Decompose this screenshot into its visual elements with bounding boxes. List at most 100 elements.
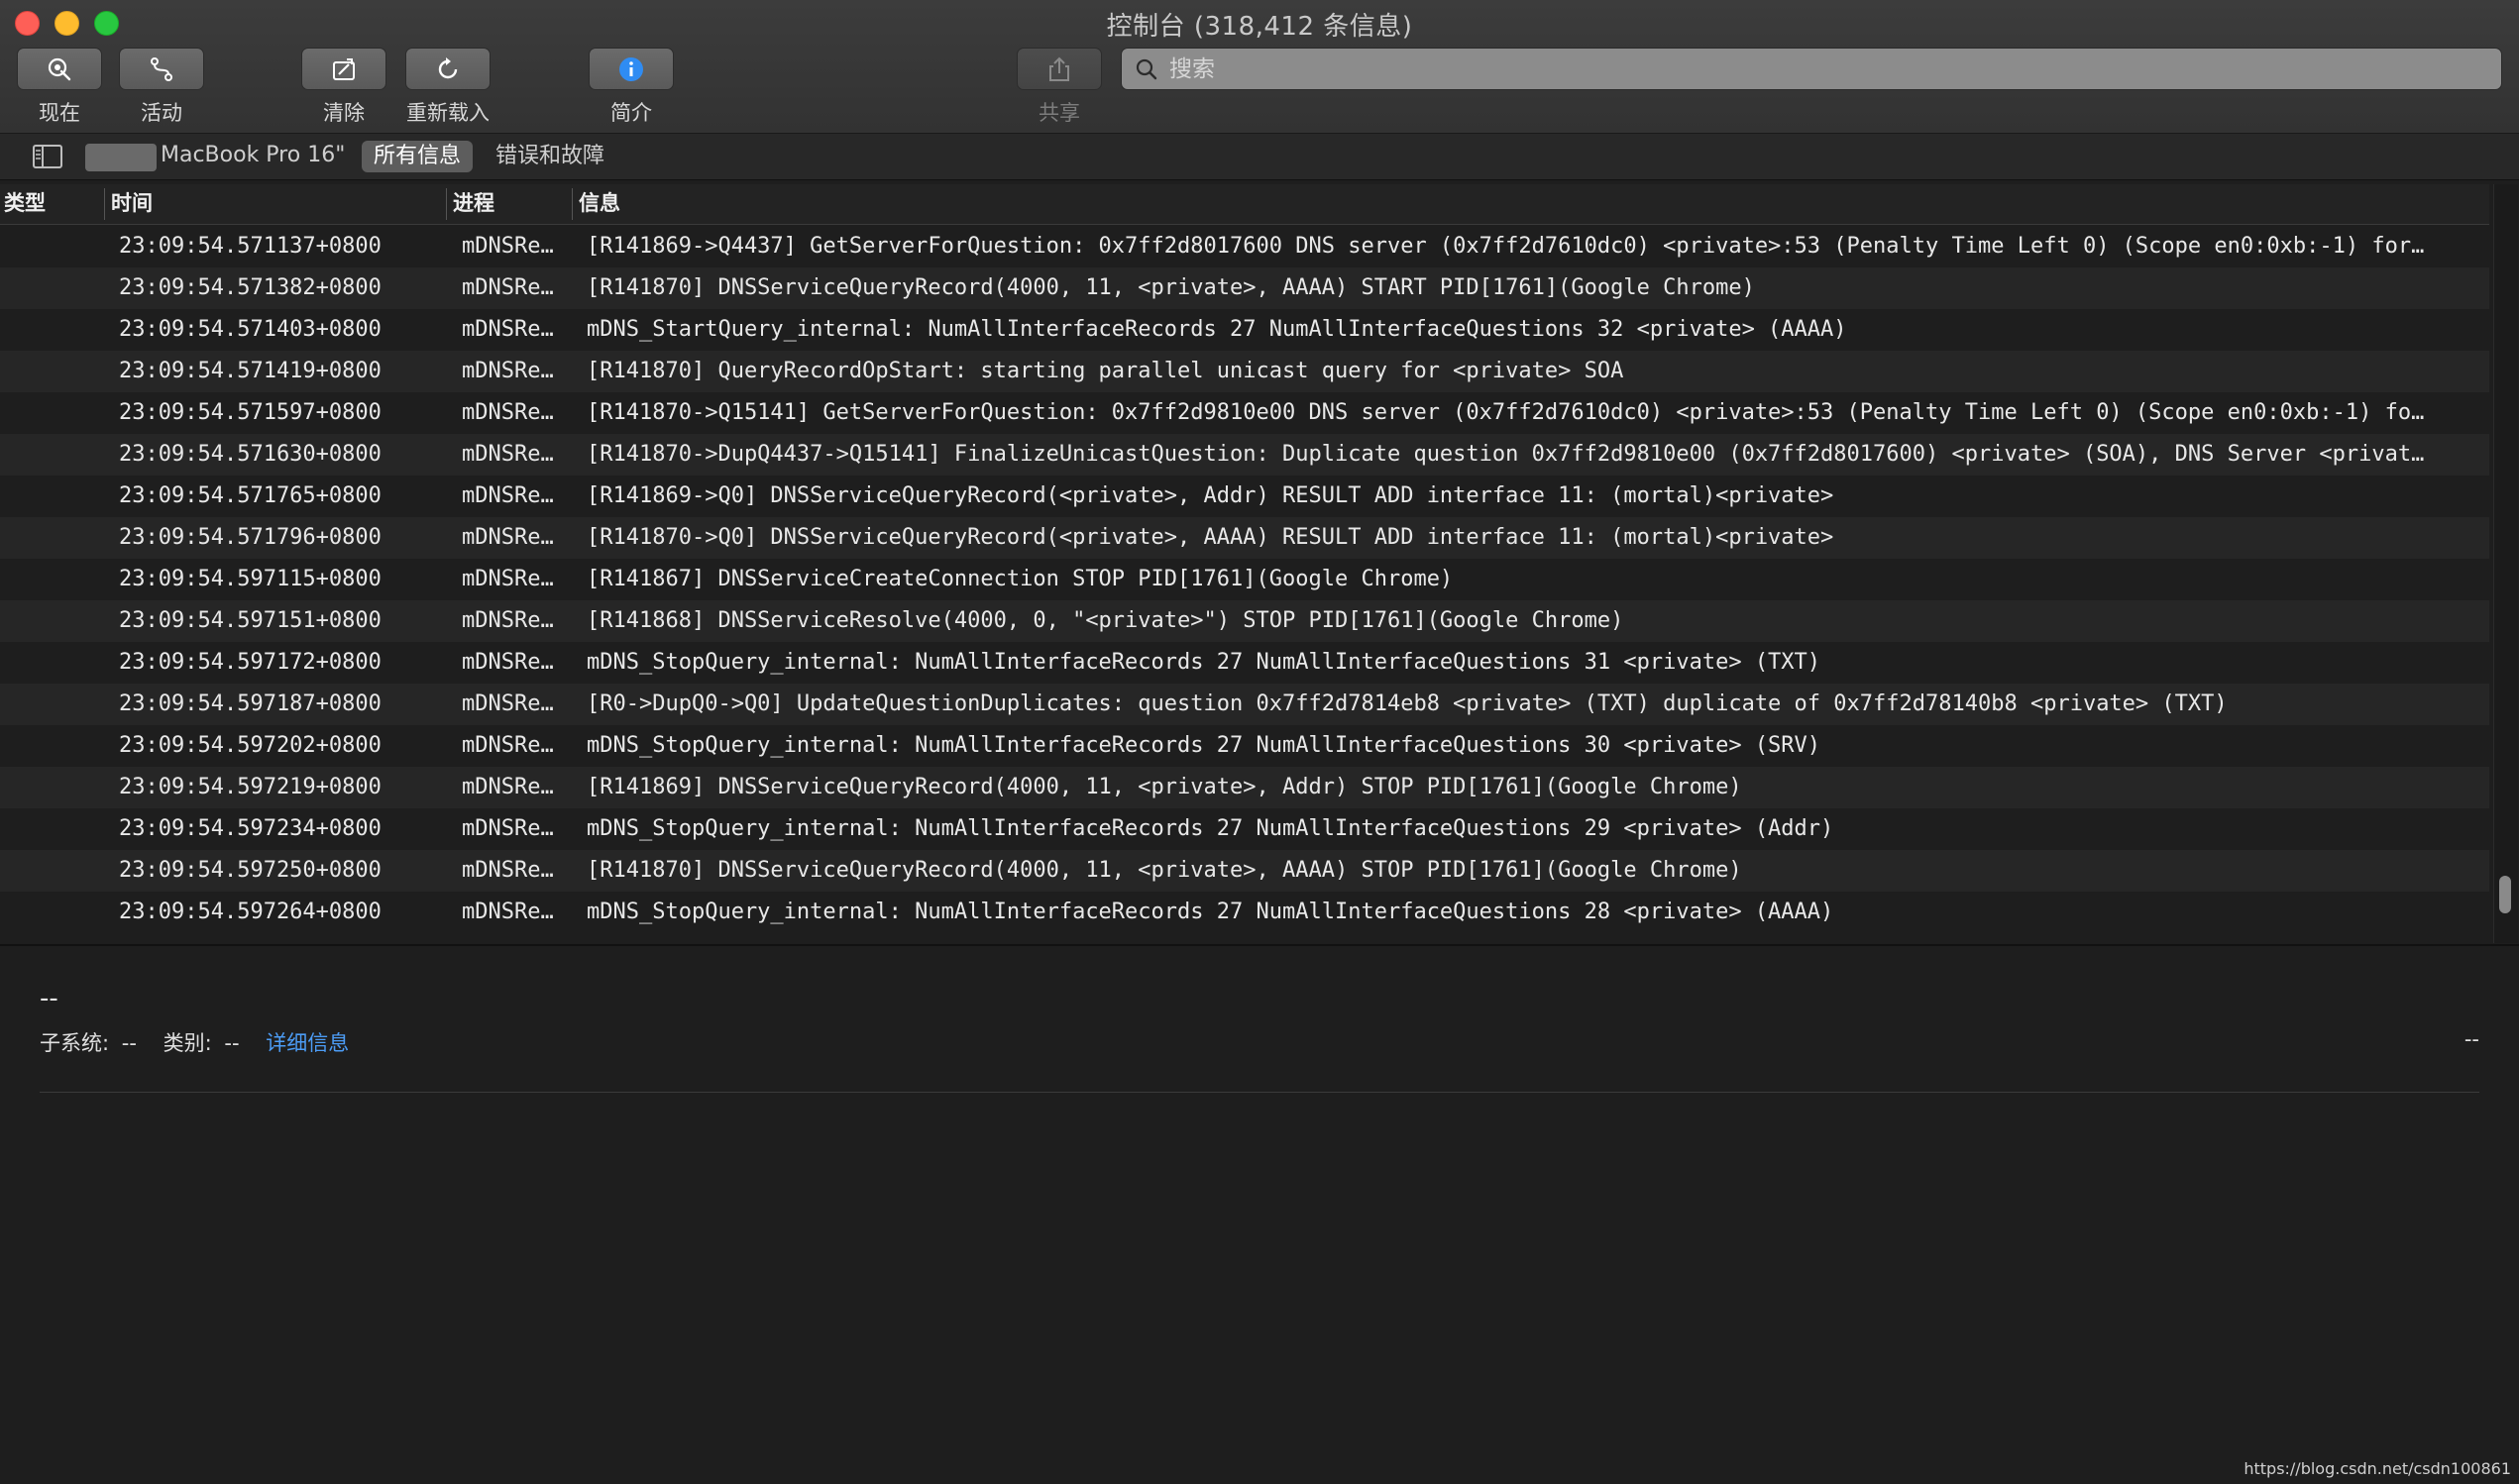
log-row[interactable]: 23:09:54.571765+0800 mDNSRe… [R141869->Q0]… <box>0 476 2489 517</box>
column-header-process[interactable]: 进程 <box>449 184 572 224</box>
device-name[interactable]: MacBook Pro 16" <box>161 143 345 167</box>
log-time: 23:09:54.571765+0800 <box>119 483 382 508</box>
log-time: 23:09:54.571382+0800 <box>119 275 382 300</box>
log-row[interactable]: 23:09:54.571796+0800 mDNSRe… [R141870->Q0]… <box>0 517 2489 559</box>
log-message: [R141870->DupQ4437->Q15141] FinalizeUnic… <box>587 442 2425 467</box>
tab-all-messages[interactable]: 所有信息 <box>362 141 474 172</box>
log-scroll-thumb[interactable] <box>2499 876 2511 913</box>
log-time: 23:09:54.597219+0800 <box>119 775 382 799</box>
log-process: mDNSRe… <box>462 234 554 259</box>
log-message: mDNS_StartQuery_internal: NumAllInterfac… <box>587 317 1847 342</box>
log-message: [R141868] DNSServiceResolve(4000, 0, "<p… <box>587 608 1624 633</box>
log-row[interactable]: 23:09:54.571419+0800 mDNSRe… [R141870] Que… <box>0 351 2489 392</box>
log-process: mDNSRe… <box>462 317 554 342</box>
now-label: 现在 <box>39 101 80 125</box>
log-message: [R141869->Q0] DNSServiceQueryRecord(<pri… <box>587 483 1834 508</box>
search-field[interactable] <box>1121 48 2502 90</box>
search-input[interactable] <box>1167 54 2460 83</box>
now-button[interactable] <box>17 48 102 90</box>
log-process: mDNSRe… <box>462 275 554 300</box>
log-row[interactable]: 23:09:54.571137+0800 mDNSRe… [R141869->Q44… <box>0 226 2489 267</box>
sidebar-toggle-icon[interactable] <box>32 143 63 170</box>
log-process: mDNSRe… <box>462 400 554 425</box>
filter-bar: MacBook Pro 16" 所有信息 错误和故障 <box>0 134 2519 180</box>
log-row[interactable]: 23:09:54.571597+0800 mDNSRe… [R141870->Q15… <box>0 392 2489 434</box>
column-header-time[interactable]: 时间 <box>107 184 444 224</box>
clear-label: 清除 <box>323 101 365 125</box>
log-process: mDNSRe… <box>462 691 554 716</box>
now-icon <box>48 57 71 80</box>
info-icon <box>619 56 643 81</box>
log-time: 23:09:54.597187+0800 <box>119 691 382 716</box>
log-time: 23:09:54.597151+0800 <box>119 608 382 633</box>
activity-button[interactable] <box>119 48 204 90</box>
log-row[interactable]: 23:09:54.597250+0800 mDNSRe… [R141870] DNS… <box>0 850 2489 892</box>
reload-button[interactable] <box>405 48 491 90</box>
share-button[interactable] <box>1017 48 1102 90</box>
detail-meta: 子系统: -- 类别: -- 详细信息 <box>40 1027 349 1057</box>
device-avatar <box>85 144 157 171</box>
log-process: mDNSRe… <box>462 775 554 799</box>
log-row[interactable]: 23:09:54.597264+0800 mDNSRe… mDNS_StopQuer… <box>0 892 2489 933</box>
column-header-message[interactable]: 信息 <box>575 184 2458 224</box>
log-process: mDNSRe… <box>462 733 554 758</box>
info-button[interactable] <box>589 48 674 90</box>
log-row[interactable]: 23:09:54.571382+0800 mDNSRe… [R141870] DNS… <box>0 267 2489 309</box>
detail-right-value: -- <box>2464 1027 2479 1051</box>
log-process: mDNSRe… <box>462 483 554 508</box>
log-time: 23:09:54.597172+0800 <box>119 650 382 675</box>
activity-icon <box>151 56 172 81</box>
log-row[interactable]: 23:09:54.597115+0800 mDNSRe… [R141867] DNS… <box>0 559 2489 600</box>
log-process: mDNSRe… <box>462 816 554 841</box>
log-row[interactable]: 23:09:54.597202+0800 mDNSRe… mDNS_StopQuer… <box>0 725 2489 767</box>
subsystem-value: -- <box>121 1031 137 1055</box>
log-process: mDNSRe… <box>462 359 554 383</box>
log-message: mDNS_StopQuery_internal: NumAllInterface… <box>587 900 1834 924</box>
log-row[interactable]: 23:09:54.597172+0800 mDNSRe… mDNS_StopQuer… <box>0 642 2489 684</box>
log-scrollbar[interactable] <box>2493 184 2518 943</box>
clear-button[interactable] <box>301 48 386 90</box>
log-row[interactable]: 23:09:54.597187+0800 mDNSRe… [R0->DupQ0->Q… <box>0 684 2489 725</box>
log-time: 23:09:54.571403+0800 <box>119 317 382 342</box>
log-row[interactable]: 23:09:54.597219+0800 mDNSRe… [R141869] DNS… <box>0 767 2489 808</box>
log-message: [R141870->Q15141] GetServerForQuestion: … <box>587 400 2425 425</box>
subsystem-label: 子系统: <box>40 1031 110 1055</box>
clear-icon <box>333 57 355 80</box>
log-message: [R141870] QueryRecordOpStart: starting p… <box>587 359 1624 383</box>
watermark: https://blog.csdn.net/csdn100861 <box>2244 1459 2511 1478</box>
category-label: 类别: <box>163 1031 212 1055</box>
details-link[interactable]: 详细信息 <box>266 1031 349 1055</box>
log-process: mDNSRe… <box>462 650 554 675</box>
log-process: mDNSRe… <box>462 858 554 883</box>
window-title: 控制台 (318,412 条信息) <box>1106 12 1413 42</box>
share-icon <box>1049 56 1069 81</box>
log-row[interactable]: 23:09:54.597151+0800 mDNSRe… [R141868] DNS… <box>0 600 2489 642</box>
log-time: 23:09:54.571419+0800 <box>119 359 382 383</box>
log-time: 23:09:54.597202+0800 <box>119 733 382 758</box>
category-value: -- <box>224 1031 240 1055</box>
window-toolbar: 控制台 (318,412 条信息) 现在 活动 清除 重新载入 简介 共享 搜索 <box>0 0 2519 134</box>
log-row[interactable]: 23:09:54.571403+0800 mDNSRe… mDNS_StartQue… <box>0 309 2489 351</box>
log-message: [R141869->Q4437] GetServerForQuestion: 0… <box>587 234 2425 259</box>
log-message: mDNS_StopQuery_internal: NumAllInterface… <box>587 816 1834 841</box>
log-time: 23:09:54.571630+0800 <box>119 442 382 467</box>
log-message: mDNS_StopQuery_internal: NumAllInterface… <box>587 650 1821 675</box>
tab-errors-faults[interactable]: 错误和故障 <box>484 141 616 172</box>
reload-label: 重新载入 <box>406 101 490 125</box>
log-message: [R141870->Q0] DNSServiceQueryRecord(<pri… <box>587 525 1834 550</box>
log-row[interactable]: 23:09:54.597234+0800 mDNSRe… mDNS_StopQuer… <box>0 808 2489 850</box>
log-time: 23:09:54.571796+0800 <box>119 525 382 550</box>
log-message: [R141870] DNSServiceQueryRecord(4000, 11… <box>587 275 1755 300</box>
log-time: 23:09:54.571597+0800 <box>119 400 382 425</box>
log-message: [R141869] DNSServiceQueryRecord(4000, 11… <box>587 775 1742 799</box>
info-label: 简介 <box>610 101 652 125</box>
log-time: 23:09:54.597250+0800 <box>119 858 382 883</box>
column-header-type[interactable]: 类型 <box>0 184 105 224</box>
log-process: mDNSRe… <box>462 442 554 467</box>
detail-title: -- <box>40 984 58 1013</box>
log-process: mDNSRe… <box>462 900 554 924</box>
activity-label: 活动 <box>141 101 182 125</box>
log-message: [R141870] DNSServiceQueryRecord(4000, 11… <box>587 858 1742 883</box>
log-process: mDNSRe… <box>462 525 554 550</box>
log-row[interactable]: 23:09:54.571630+0800 mDNSRe… [R141870->Dup… <box>0 434 2489 476</box>
